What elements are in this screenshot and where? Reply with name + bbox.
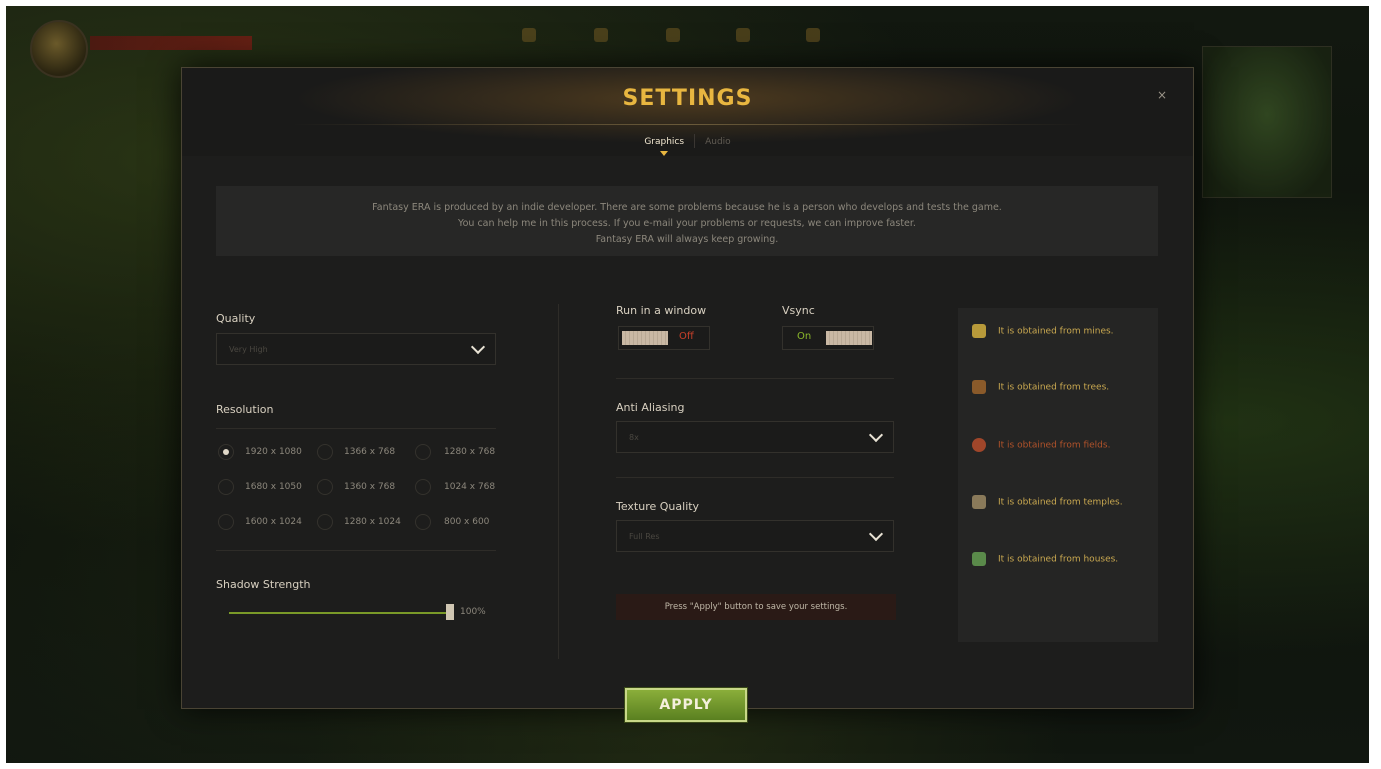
run-in-window-label: Run in a window: [616, 304, 707, 317]
toggle-state: Off: [679, 331, 694, 342]
shadow-strength-slider-thumb[interactable]: [446, 604, 454, 620]
resource-icon: [666, 28, 680, 42]
tab-graphics-label: Graphics: [644, 136, 685, 147]
info-item: It is obtained from houses.: [972, 552, 1118, 566]
texture-quality-label: Texture Quality: [616, 500, 700, 513]
info-item: It is obtained from mines.: [972, 324, 1114, 338]
health-bar: [90, 36, 252, 50]
resource-icon: [806, 28, 820, 42]
tab-audio-label: Audio: [705, 136, 731, 147]
quality-label: Quality: [216, 312, 256, 325]
info-item: It is obtained from fields.: [972, 438, 1110, 452]
info-text: It is obtained from trees.: [998, 382, 1110, 393]
wood-log-icon: [972, 380, 986, 394]
chevron-down-icon: [868, 427, 884, 443]
save-hint: Press "Apply" button to save your settin…: [616, 594, 896, 620]
chevron-down-icon: [470, 339, 486, 355]
shadow-strength-slider-track[interactable]: [229, 612, 451, 614]
divider: [216, 428, 496, 429]
toggle-state: On: [797, 331, 812, 342]
divider: [216, 550, 496, 551]
radio-1360x768[interactable]: [317, 479, 333, 495]
radio-label: 1280 x 1024: [344, 517, 401, 527]
radio-label: 1360 x 768: [344, 482, 396, 492]
notice-line: Fantasy ERA is produced by an indie deve…: [372, 202, 1002, 213]
notice-line: You can help me in this process. If you …: [458, 218, 916, 229]
shadow-strength-label: Shadow Strength: [216, 578, 311, 591]
info-item: It is obtained from temples.: [972, 495, 1123, 509]
vsync-toggle[interactable]: On: [782, 326, 874, 350]
vsync-label: Vsync: [782, 304, 815, 317]
resolution-label: Resolution: [216, 403, 274, 416]
toggle-knob: [622, 331, 668, 345]
dialog-header: SETTINGS × Graphics Audio: [182, 68, 1193, 156]
radio-1280x1024[interactable]: [317, 514, 333, 530]
anti-aliasing-select[interactable]: 8x: [616, 421, 894, 453]
developer-notice: Fantasy ERA is produced by an indie deve…: [216, 186, 1158, 256]
dialog-title: SETTINGS: [622, 86, 753, 111]
radio-label: 1366 x 768: [344, 447, 396, 457]
tab-audio[interactable]: Audio: [695, 137, 741, 147]
run-in-window-toggle[interactable]: Off: [618, 326, 710, 350]
texture-quality-value: Full Res: [629, 532, 660, 541]
radio-label: 1680 x 1050: [245, 482, 302, 492]
info-item: It is obtained from trees.: [972, 380, 1109, 394]
radio-label: 800 x 600: [444, 517, 490, 527]
tab-bar: Graphics Audio: [182, 134, 1193, 156]
active-tab-caret-icon: [660, 150, 669, 156]
settings-dialog: SETTINGS × Graphics Audio Fantasy ERA is…: [181, 67, 1194, 709]
resource-info-panel: It is obtained from mines. It is obtaine…: [958, 308, 1158, 642]
toggle-knob: [826, 331, 872, 345]
divider: [616, 378, 894, 379]
magic-icon: [972, 495, 986, 509]
radio-1680x1050[interactable]: [218, 479, 234, 495]
player-avatar: [30, 20, 88, 78]
info-text: It is obtained from temples.: [998, 497, 1123, 508]
radio-label: 1024 x 768: [444, 482, 496, 492]
radio-1366x768[interactable]: [317, 444, 333, 460]
radio-1024x768[interactable]: [415, 479, 431, 495]
radio-label: 1920 x 1080: [245, 447, 302, 457]
resource-icon: [522, 28, 536, 42]
divider: [616, 477, 894, 478]
radio-1280x768[interactable]: [415, 444, 431, 460]
herb-icon: [972, 552, 986, 566]
radio-1600x1024[interactable]: [218, 514, 234, 530]
radio-label: 1280 x 768: [444, 447, 496, 457]
info-text: It is obtained from fields.: [998, 440, 1111, 451]
texture-quality-select[interactable]: Full Res: [616, 520, 894, 552]
minimap: [1202, 46, 1332, 198]
tab-graphics[interactable]: Graphics: [634, 136, 694, 156]
resource-icon: [736, 28, 750, 42]
quality-value: Very High: [229, 345, 268, 354]
radio-1920x1080[interactable]: [218, 444, 234, 460]
shadow-strength-value: 100%: [460, 607, 486, 617]
radio-label: 1600 x 1024: [245, 517, 302, 527]
anti-aliasing-value: 8x: [629, 433, 639, 442]
apply-button[interactable]: APPLY: [625, 688, 747, 722]
chevron-down-icon: [868, 526, 884, 542]
info-text: It is obtained from mines.: [998, 326, 1114, 337]
anti-aliasing-label: Anti Aliasing: [616, 401, 685, 414]
radio-800x600[interactable]: [415, 514, 431, 530]
close-button[interactable]: ×: [1157, 88, 1167, 102]
meat-icon: [972, 438, 986, 452]
column-divider: [558, 304, 559, 659]
resource-icon: [594, 28, 608, 42]
gold-ore-icon: [972, 324, 986, 338]
notice-line: Fantasy ERA will always keep growing.: [595, 234, 779, 245]
quality-select[interactable]: Very High: [216, 333, 496, 365]
header-divider: [292, 124, 1083, 125]
info-text: It is obtained from houses.: [998, 554, 1119, 565]
